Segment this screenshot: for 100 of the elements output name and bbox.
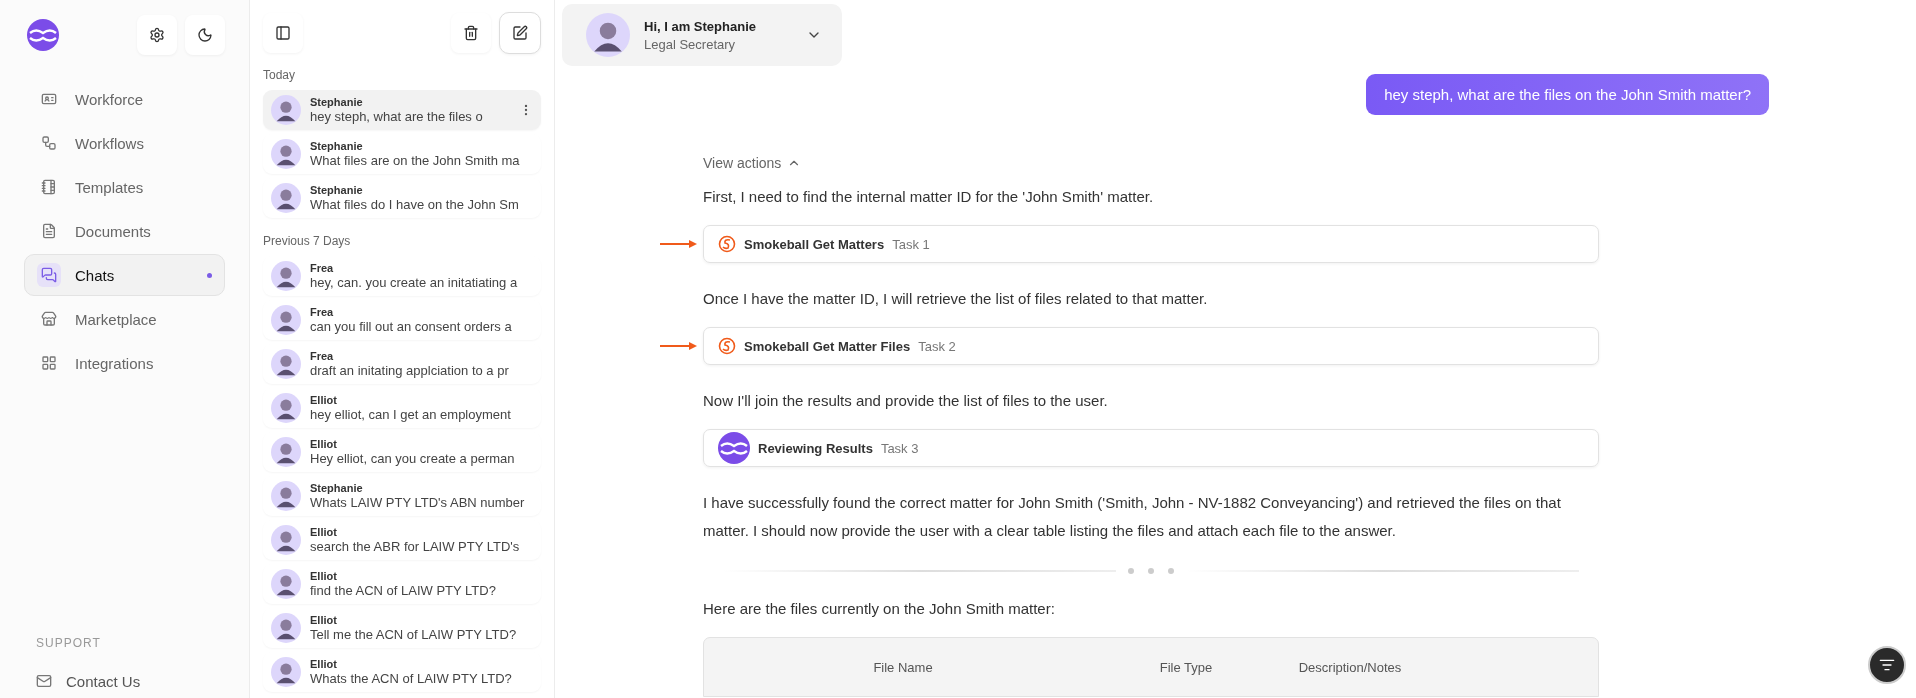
avatar-icon [271, 525, 301, 555]
settings-icon [149, 27, 165, 43]
avatar-icon [271, 657, 301, 687]
nav-label: Workflows [75, 134, 145, 152]
filter-icon [1879, 657, 1895, 673]
chat-name: Elliot [310, 570, 338, 582]
chat-name: Stephanie [310, 184, 364, 196]
chat-preview: Hey elliot, can you create a perman [310, 451, 516, 466]
chat-item[interactable]: Stephanie hey steph, what are the files o [263, 90, 541, 130]
agent-selector[interactable]: Hi, I am Stephanie Legal Secretary [562, 4, 842, 66]
column-header: Description/Notes [1297, 658, 1403, 677]
swirl-logo-icon [718, 235, 736, 253]
column-header: File Type [1158, 658, 1214, 677]
nav-item[interactable]: Templates [24, 166, 225, 208]
step-text: Once I have the matter ID, I will retrieve the list of files related to that matter. [703, 289, 1209, 309]
nav-item[interactable]: Marketplace [24, 298, 225, 340]
summary-text: I have successfully found the correct matter for John Smith ('Smith, John - NV-1882 Conveyancing') and retrieved the files on that matter. I should now provide the user with a clear table listing the files and attach each file to the answer. [703, 493, 1562, 541]
sidebar-toggle-button[interactable] [263, 13, 303, 53]
avatar-icon [271, 569, 301, 599]
chat-preview: draft an initating applciation to a pr [310, 363, 510, 378]
step-text: Now I'll join the results and provide the list of files to the user. [703, 391, 1109, 411]
trash-icon [463, 25, 479, 41]
avatar-icon [271, 183, 301, 213]
settings-button[interactable] [137, 15, 177, 55]
avatar-icon [271, 349, 301, 379]
swirl-logo-icon [718, 337, 736, 355]
chat-item[interactable]: Stephanie What files do I have on the John Sm [263, 178, 541, 218]
moon-icon [197, 27, 213, 43]
chat-item[interactable]: Elliot Whats the ACN of LAIW PTY LTD? [263, 652, 541, 692]
view-actions-toggle[interactable]: View actions [703, 155, 802, 171]
task-card[interactable]: Smokeball Get Matters Task 1 [703, 225, 1599, 263]
new-chat-button[interactable] [499, 12, 541, 54]
chat-name: Elliot [310, 658, 338, 670]
section-heading: SUPPORT [35, 636, 102, 650]
chat-preview: What files do I have on the John Sm [310, 197, 520, 212]
task-card[interactable]: Reviewing Results Task 3 [703, 429, 1599, 467]
filter-button[interactable] [1868, 646, 1906, 684]
chat-item[interactable]: Elliot find the ACN of LAIW PTY LTD? [263, 564, 541, 604]
task-name: Reviewing Results [758, 440, 873, 456]
nav-label: Workforce [75, 90, 145, 108]
chat-item[interactable]: Elliot Tell me the ACN of LAIW PTY LTD? [263, 608, 541, 648]
avatar-icon [271, 437, 301, 467]
avatar-icon [271, 139, 301, 169]
chat-preview: can you fill out an consent orders a [310, 319, 513, 334]
dark-mode-button[interactable] [185, 15, 225, 55]
delete-button[interactable] [451, 13, 491, 53]
nav-item[interactable]: Workflows [24, 122, 225, 164]
chat-name: Elliot [310, 614, 338, 626]
chat-item[interactable]: Elliot search the ABR for LAIW PTY LTD's [263, 520, 541, 560]
column-header: File Name [872, 658, 934, 677]
nav-label: Templates [75, 178, 145, 196]
chat-name: Frea [310, 306, 335, 318]
nav-label: Marketplace [75, 310, 158, 328]
avatar-icon [271, 261, 301, 291]
chat-item[interactable]: Elliot Hey elliot, can you create a perman [263, 432, 541, 472]
nav-item[interactable]: Chats [24, 254, 225, 296]
chat-item[interactable]: Elliot hey elliot, can I get an employment [263, 388, 541, 428]
chat-preview: hey steph, what are the files o [310, 109, 484, 124]
avatar-icon [271, 95, 301, 125]
chat-item[interactable]: Stephanie What files are on the John Smith ma [263, 134, 541, 174]
task-card[interactable]: Smokeball Get Matter Files Task 2 [703, 327, 1599, 365]
agent-role: Legal Secretary [644, 36, 737, 52]
chat-item[interactable]: Frea hey, can. you create an initatiating a [263, 256, 541, 296]
group-label: Today [263, 68, 297, 82]
chat-bubbles-icon [37, 263, 61, 287]
chat-name: Elliot [310, 526, 338, 538]
chat-item[interactable]: Stephanie Whats LAIW PTY LTD's ABN number [263, 476, 541, 516]
chat-preview: What files are on the John Smith ma [310, 153, 521, 168]
chat-preview: hey elliot, can I get an employment [310, 407, 512, 422]
chat-name: Elliot [310, 438, 338, 450]
nav-item[interactable]: Contact Us [24, 664, 225, 698]
nav-item[interactable]: Workforce [24, 78, 225, 120]
task-label: Task 1 [892, 236, 930, 252]
avatar-icon [586, 13, 630, 57]
chat-name: Frea [310, 262, 335, 274]
nav-label: Documents [75, 222, 152, 240]
agent-name: Hi, I am Stephanie [644, 18, 757, 34]
step-text: First, I need to find the internal matter ID for the 'John Smith' matter. [703, 187, 1155, 207]
nav-item[interactable]: Integrations [24, 342, 225, 384]
nav-label: Chats [75, 266, 116, 284]
panel-icon [275, 25, 291, 41]
chat-preview: Whats the ACN of LAIW PTY LTD? [310, 671, 513, 686]
chat-item[interactable]: Frea draft an initating applciation to a pr [263, 344, 541, 384]
nav-item[interactable]: Documents [24, 210, 225, 252]
task-label: Task 2 [918, 338, 956, 354]
chat-name: Elliot [310, 394, 338, 406]
nav-label: Integrations [75, 354, 155, 372]
chat-name: Stephanie [310, 482, 364, 494]
avatar-icon [271, 481, 301, 511]
task-name: Smokeball Get Matters [744, 236, 885, 252]
chat-preview: Whats LAIW PTY LTD's ABN number [310, 495, 526, 510]
chat-name: Frea [310, 350, 335, 362]
nav-label: Contact Us [66, 672, 141, 690]
task-name: Smokeball Get Matter Files [744, 338, 911, 354]
chat-preview: Tell me the ACN of LAIW PTY LTD? [310, 627, 518, 642]
chat-preview: find the ACN of LAIW PTY LTD? [310, 583, 497, 598]
avatar-icon [271, 393, 301, 423]
group-label: Previous 7 Days [263, 234, 352, 248]
chat-item[interactable]: Frea can you fill out an consent orders a [263, 300, 541, 340]
avatar-icon [271, 613, 301, 643]
